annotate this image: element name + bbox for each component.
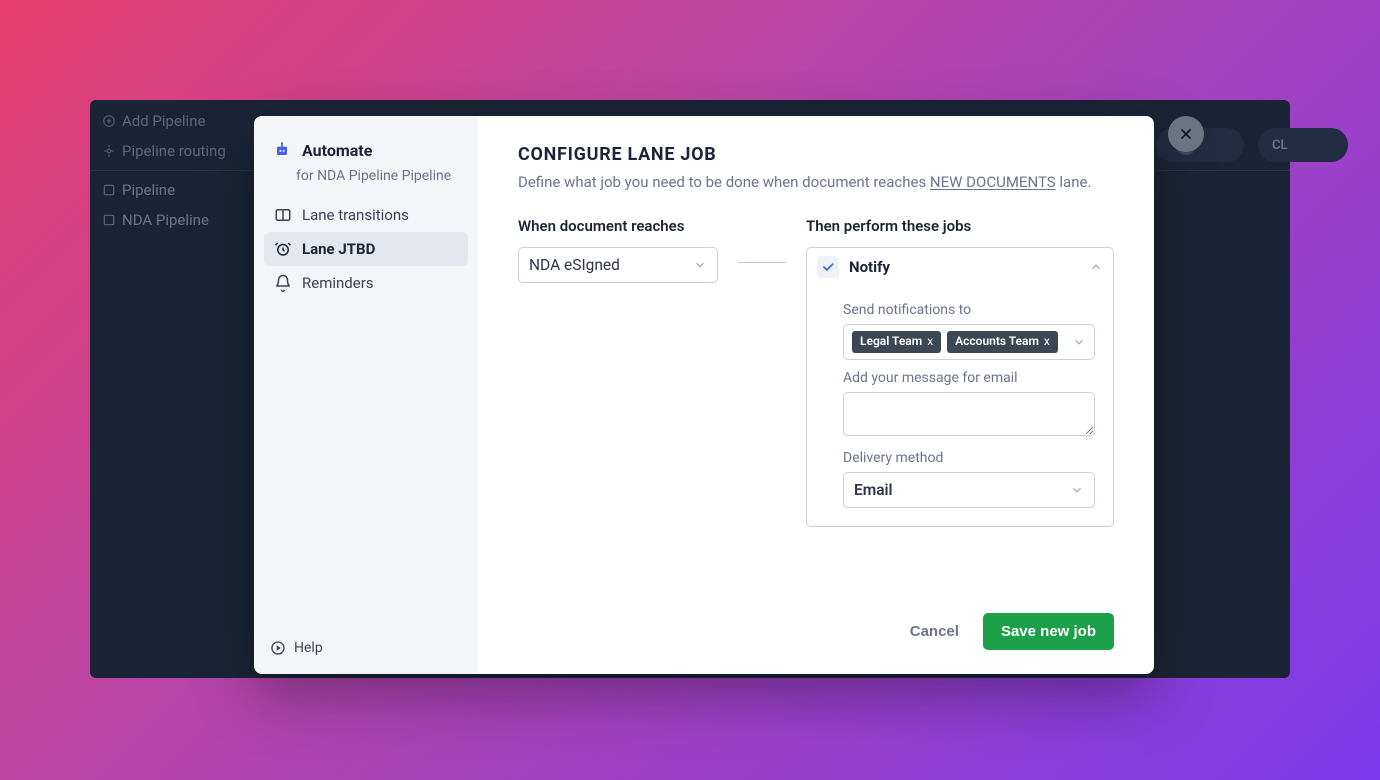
columns-icon	[274, 206, 292, 224]
configure-modal: Automate for NDA Pipeline Pipeline Lane …	[254, 116, 1154, 674]
tag-accounts-team[interactable]: Accounts Teamx	[947, 331, 1058, 353]
tag-legal-team[interactable]: Legal Teamx	[852, 331, 941, 353]
main-title: CONFIGURE LANE JOB	[518, 144, 1114, 165]
chevron-up-icon	[1089, 260, 1103, 274]
close-icon	[1178, 126, 1194, 142]
when-select[interactable]: NDA eSIgned	[518, 247, 718, 283]
delivery-select-value: Email	[854, 481, 893, 499]
cancel-button[interactable]: Cancel	[910, 623, 959, 640]
sidebar-subtitle: for NDA Pipeline Pipeline	[264, 168, 468, 184]
chevron-down-icon	[1072, 335, 1086, 349]
bg-tab-b[interactable]: CL	[1258, 128, 1348, 162]
message-label: Add your message for email	[843, 370, 1099, 386]
main-description: Define what job you need to be done when…	[518, 173, 1114, 191]
automate-icon	[272, 140, 292, 160]
help-link[interactable]: Help	[264, 636, 468, 660]
when-select-value: NDA eSIgned	[529, 256, 620, 274]
job-header[interactable]: Notify	[807, 248, 1113, 286]
modal-sidebar: Automate for NDA Pipeline Pipeline Lane …	[254, 116, 478, 674]
bell-icon	[274, 274, 292, 292]
tag-remove[interactable]: x	[927, 335, 933, 349]
when-label: When document reaches	[518, 217, 718, 235]
sidebar-item-reminders[interactable]: Reminders	[264, 266, 468, 300]
connector-line	[738, 244, 786, 280]
sidebar-title-row: Automate	[264, 134, 468, 166]
modal-main: CONFIGURE LANE JOB Define what job you n…	[478, 116, 1154, 674]
job-card: Notify Send notifications to Legal Teamx…	[806, 247, 1114, 527]
sidebar-item-label: Lane transitions	[302, 206, 409, 224]
check-icon	[821, 260, 835, 274]
chevron-down-icon	[1070, 483, 1084, 497]
sidebar-item-lane-jtbd[interactable]: Lane JTBD	[264, 232, 468, 266]
sidebar-item-lane-transitions[interactable]: Lane transitions	[264, 198, 468, 232]
job-check-icon-box	[817, 256, 839, 278]
notifications-multiselect[interactable]: Legal Teamx Accounts Teamx	[843, 324, 1095, 360]
lane-link[interactable]: NEW DOCUMENTS	[930, 173, 1056, 191]
close-button[interactable]	[1168, 116, 1204, 152]
sidebar-item-label: Lane JTBD	[302, 240, 375, 258]
delivery-label: Delivery method	[843, 450, 1099, 466]
save-new-job-button[interactable]: Save new job	[983, 613, 1114, 650]
then-label: Then perform these jobs	[806, 217, 1114, 235]
tag-remove[interactable]: x	[1044, 335, 1050, 349]
play-icon	[270, 640, 286, 656]
job-title: Notify	[849, 258, 1079, 276]
message-textarea[interactable]	[843, 392, 1095, 436]
sidebar-title: Automate	[302, 141, 372, 160]
chevron-down-icon	[693, 258, 707, 272]
sidebar-item-label: Reminders	[302, 274, 374, 292]
notifications-label: Send notifications to	[843, 302, 1099, 318]
alarm-icon	[274, 240, 292, 258]
delivery-select[interactable]: Email	[843, 472, 1095, 508]
